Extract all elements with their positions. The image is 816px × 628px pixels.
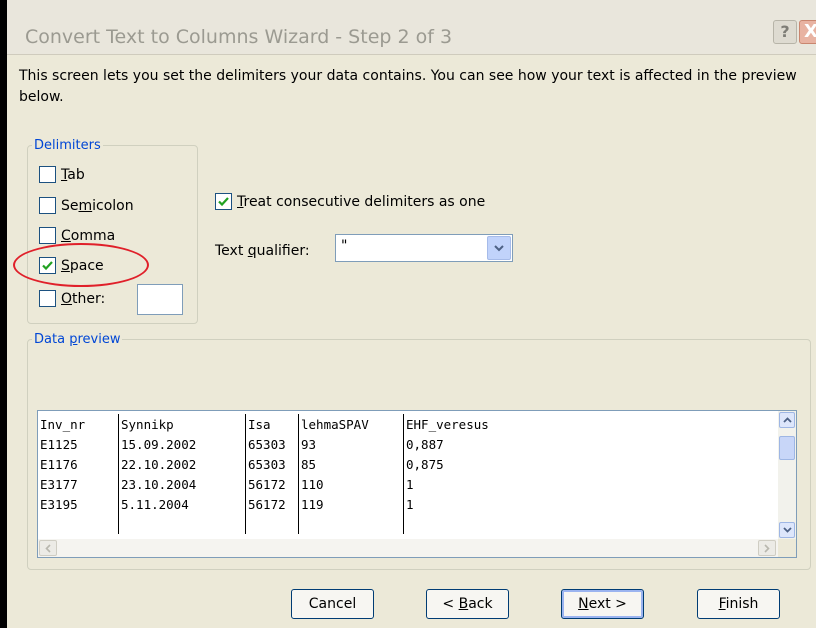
preview-cell (38, 514, 119, 534)
help-button[interactable]: ? (773, 20, 797, 44)
preview-cell: 65303 (245, 454, 299, 474)
consecutive-label[interactable]: Treat consecutive delimiters as one (237, 194, 485, 210)
wizard-dialog: Convert Text to Columns Wizard - Step 2 … (0, 0, 816, 628)
preview-row (38, 514, 730, 534)
intro-text: This screen lets you set the delimiters … (19, 68, 797, 105)
preview-cell: 56172 (245, 494, 299, 514)
preview-cell: 5.11.2004 (118, 494, 246, 514)
next-button[interactable]: Next > (561, 589, 644, 619)
chevron-up-icon (782, 417, 792, 423)
tab-checkbox[interactable] (39, 166, 56, 183)
preview-cell: EHF_veresus (406, 416, 489, 432)
window-left-edge (0, 0, 7, 628)
preview-cell: 85 (298, 454, 404, 474)
preview-cell: E1176 (38, 454, 119, 474)
preview-cell: 65303 (245, 434, 299, 454)
text-qualifier-select[interactable]: " (335, 234, 513, 262)
preview-cell: 1 (406, 496, 414, 512)
vertical-scrollbar[interactable] (778, 411, 796, 539)
scroll-corner (778, 539, 796, 557)
preview-cell (118, 514, 246, 534)
finish-button[interactable]: Finish (697, 589, 780, 619)
preview-table: Inv_nr Synnikp Isa lehmaSPAV EHF_veresus E112… (38, 414, 730, 534)
other-checkbox-row[interactable]: Other: (39, 290, 105, 307)
semicolon-checkbox-row[interactable]: Semicolon (39, 197, 134, 214)
preview-cell: 15.09.2002 (118, 434, 246, 454)
comma-checkbox[interactable] (39, 227, 56, 244)
close-button[interactable]: X (799, 20, 816, 44)
tab-label[interactable]: Tab (61, 167, 85, 183)
preview-row: E1125 15.09.2002 65303 93 0,887 (38, 434, 730, 454)
other-delimiter-input[interactable] (137, 284, 183, 315)
data-preview-box[interactable]: Inv_nr Synnikp Isa lehmaSPAV EHF_veresus E112… (37, 410, 797, 558)
preview-cell: 93 (298, 434, 404, 454)
semicolon-label[interactable]: Semicolon (61, 198, 134, 214)
consecutive-checkbox-row[interactable]: Treat consecutive delimiters as one (215, 193, 485, 210)
text-qualifier-label: Text qualifier: (215, 243, 310, 259)
preview-cell: Isa (245, 414, 299, 434)
chevron-down-icon (494, 244, 504, 251)
preview-cell (298, 514, 404, 534)
title-bar[interactable]: Convert Text to Columns Wizard - Step 2 … (7, 0, 816, 55)
scroll-up-button[interactable] (779, 412, 795, 428)
preview-row: E3177 23.10.2004 56172 110 1 (38, 474, 730, 494)
preview-cell: 0,875 (406, 456, 444, 472)
scroll-down-button[interactable] (779, 522, 795, 538)
scroll-thumb[interactable] (779, 436, 795, 460)
consecutive-checkbox[interactable] (215, 193, 232, 210)
comma-checkbox-row[interactable]: Comma (39, 227, 115, 244)
space-highlight-circle (13, 243, 149, 287)
preview-cell: 22.10.2002 (118, 454, 246, 474)
preview-cell (404, 514, 731, 534)
back-button[interactable]: < Back (426, 589, 509, 619)
preview-cell: 110 (298, 474, 404, 494)
horizontal-scrollbar[interactable] (38, 539, 778, 557)
preview-cell: Synnikp (118, 414, 246, 434)
semicolon-checkbox[interactable] (39, 197, 56, 214)
preview-cell: 56172 (245, 474, 299, 494)
preview-cell: 0,887 (406, 436, 444, 452)
preview-row: Inv_nr Synnikp Isa lehmaSPAV EHF_veresus (38, 414, 730, 434)
preview-cell (245, 514, 299, 534)
preview-cell: 1 (406, 476, 414, 492)
window-title: Convert Text to Columns Wizard - Step 2 … (25, 26, 453, 48)
preview-row: E1176 22.10.2002 65303 85 0,875 (38, 454, 730, 474)
preview-cell: Inv_nr (38, 414, 119, 434)
preview-cell: E3195 (38, 494, 119, 514)
other-checkbox[interactable] (39, 290, 56, 307)
preview-cell: 23.10.2004 (118, 474, 246, 494)
dropdown-arrow-button[interactable] (487, 236, 511, 260)
preview-cell: E1125 (38, 434, 119, 454)
delimiters-legend: Delimiters (34, 138, 101, 153)
checkmark-icon (218, 197, 229, 207)
chevron-left-icon (45, 543, 51, 553)
comma-label[interactable]: Comma (61, 228, 115, 244)
text-qualifier-value: " (341, 238, 348, 254)
scroll-left-button[interactable] (39, 540, 57, 556)
preview-cell: 119 (298, 494, 404, 514)
cancel-button[interactable]: Cancel (291, 589, 374, 619)
chevron-down-icon (782, 527, 792, 533)
chevron-right-icon (764, 543, 770, 553)
other-label[interactable]: Other: (61, 291, 105, 307)
data-preview-legend: Data preview (34, 332, 121, 347)
preview-row: E3195 5.11.2004 56172 119 1 (38, 494, 730, 514)
preview-cell: E3177 (38, 474, 119, 494)
tab-checkbox-row[interactable]: Tab (39, 166, 85, 183)
preview-cell: lehmaSPAV (298, 414, 404, 434)
scroll-right-button[interactable] (758, 540, 776, 556)
